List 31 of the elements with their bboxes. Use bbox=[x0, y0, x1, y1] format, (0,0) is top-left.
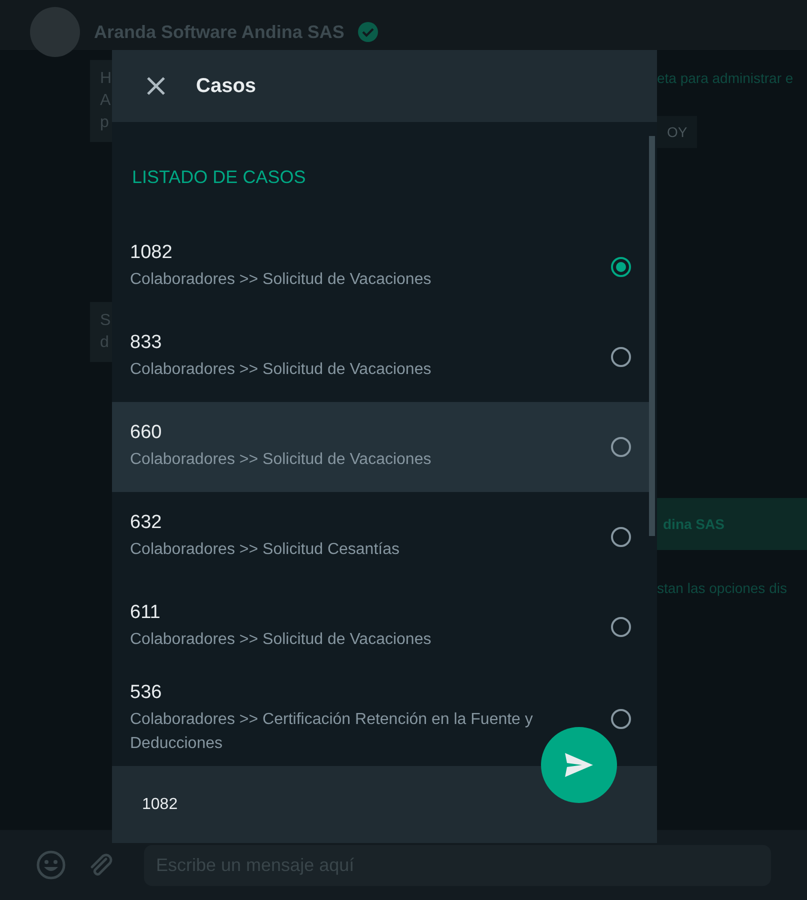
date-chip: OY bbox=[657, 116, 698, 148]
case-number: 833 bbox=[130, 332, 163, 354]
case-path: Colaboradores >> Solicitud Cesantías bbox=[130, 540, 400, 560]
message-text: stan las opciones dis bbox=[657, 580, 788, 596]
case-path: Colaboradores >> Solicitud de Vacaciones bbox=[130, 360, 432, 380]
radio-button[interactable] bbox=[611, 709, 631, 729]
radio-button[interactable] bbox=[611, 617, 631, 637]
case-number: 660 bbox=[130, 422, 163, 444]
radio-button[interactable] bbox=[611, 527, 631, 547]
case-path: Colaboradores >> Certificación Retención en la Fuente y Deducciones bbox=[130, 710, 534, 754]
case-path: Colaboradores >> Solicitud de Vacaciones bbox=[130, 270, 432, 290]
send-icon bbox=[564, 752, 594, 778]
radio-button[interactable] bbox=[611, 257, 631, 277]
dialog-title: Casos bbox=[196, 74, 256, 98]
case-number: 632 bbox=[130, 512, 163, 534]
radio-button[interactable] bbox=[611, 437, 631, 457]
section-heading: LISTADO DE CASOS bbox=[132, 166, 306, 188]
case-item[interactable]: 660 Colaboradores >> Solicitud de Vacaciones bbox=[112, 402, 649, 492]
close-button[interactable] bbox=[146, 76, 166, 96]
close-icon bbox=[146, 76, 166, 96]
case-number: 536 bbox=[130, 682, 163, 704]
radio-button[interactable] bbox=[611, 347, 631, 367]
message-text: eta para administrar e bbox=[657, 70, 794, 86]
scrollbar[interactable] bbox=[649, 136, 655, 536]
case-number: 1082 bbox=[130, 242, 174, 264]
emoji-icon bbox=[36, 850, 66, 880]
case-number: 611 bbox=[130, 602, 162, 624]
case-path: Colaboradores >> Solicitud de Vacaciones bbox=[130, 630, 432, 650]
case-path: Colaboradores >> Solicitud de Vacaciones bbox=[130, 450, 432, 470]
avatar bbox=[30, 7, 80, 57]
selected-value: 1082 bbox=[142, 796, 178, 814]
